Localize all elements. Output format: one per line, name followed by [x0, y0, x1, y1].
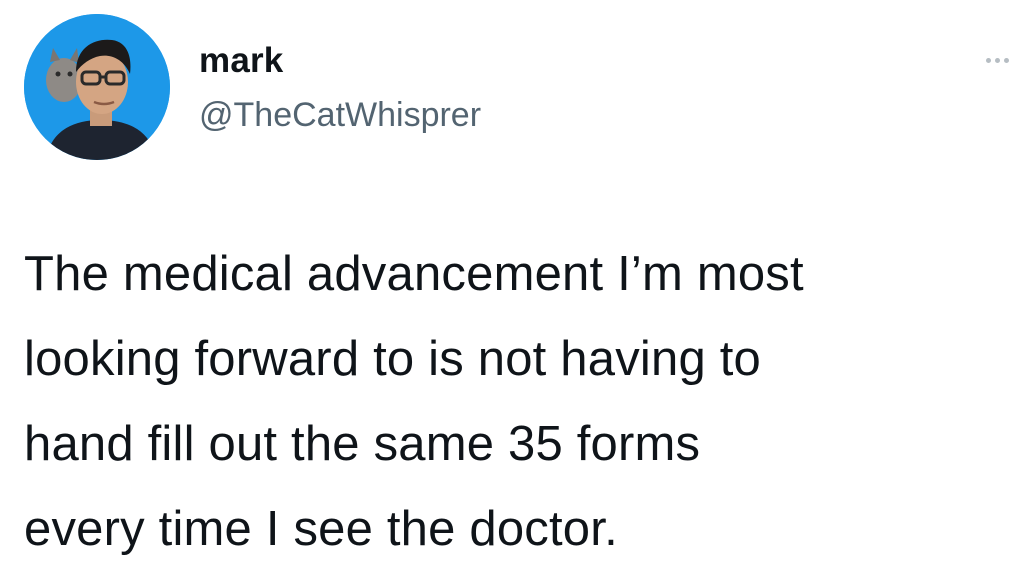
tweet-text-line: hand fill out the same 35 forms — [24, 417, 701, 471]
avatar[interactable] — [24, 14, 170, 160]
tweet-card: mark @TheCatWhisprer The medical advance… — [0, 0, 1024, 573]
author-handle[interactable]: @TheCatWhisprer — [199, 95, 481, 135]
tweet-text-line: The medical advancement I’m most — [24, 247, 804, 301]
more-dot — [1004, 57, 1009, 63]
tweet-text: The medical advancement I’m most looking… — [24, 232, 1014, 572]
tweet-text-line: looking forward to is not having to — [24, 332, 761, 386]
more-dot — [995, 57, 1000, 63]
author-display-name[interactable]: mark — [199, 41, 283, 81]
more-options-icon[interactable] — [986, 50, 1024, 70]
more-dot — [986, 57, 991, 63]
tweet-text-line: every time I see the doctor. — [24, 502, 618, 556]
profile-photo-icon — [24, 14, 170, 160]
